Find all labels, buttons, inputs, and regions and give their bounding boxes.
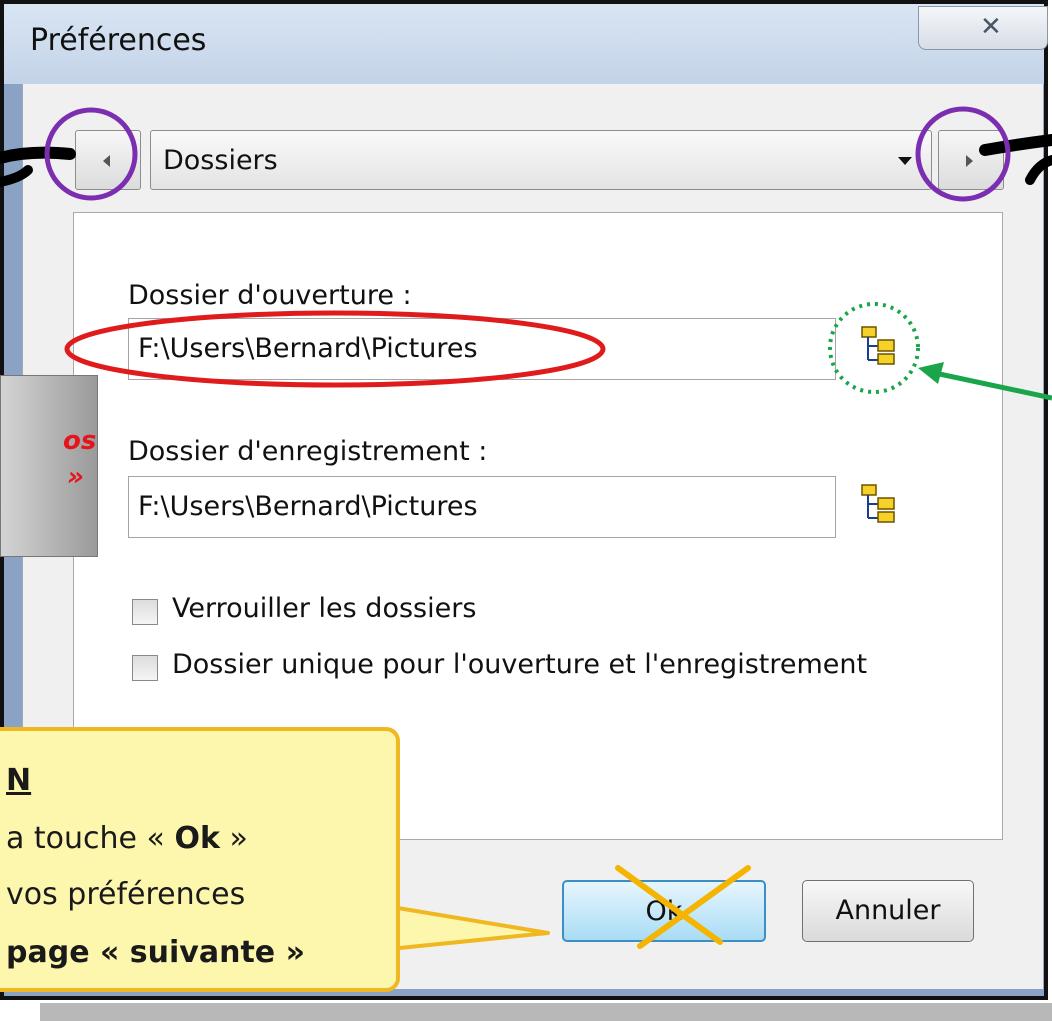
cross-line-2 [637, 865, 751, 949]
ok-cross-overlay [615, 865, 751, 949]
cross-line-1 [615, 865, 723, 945]
